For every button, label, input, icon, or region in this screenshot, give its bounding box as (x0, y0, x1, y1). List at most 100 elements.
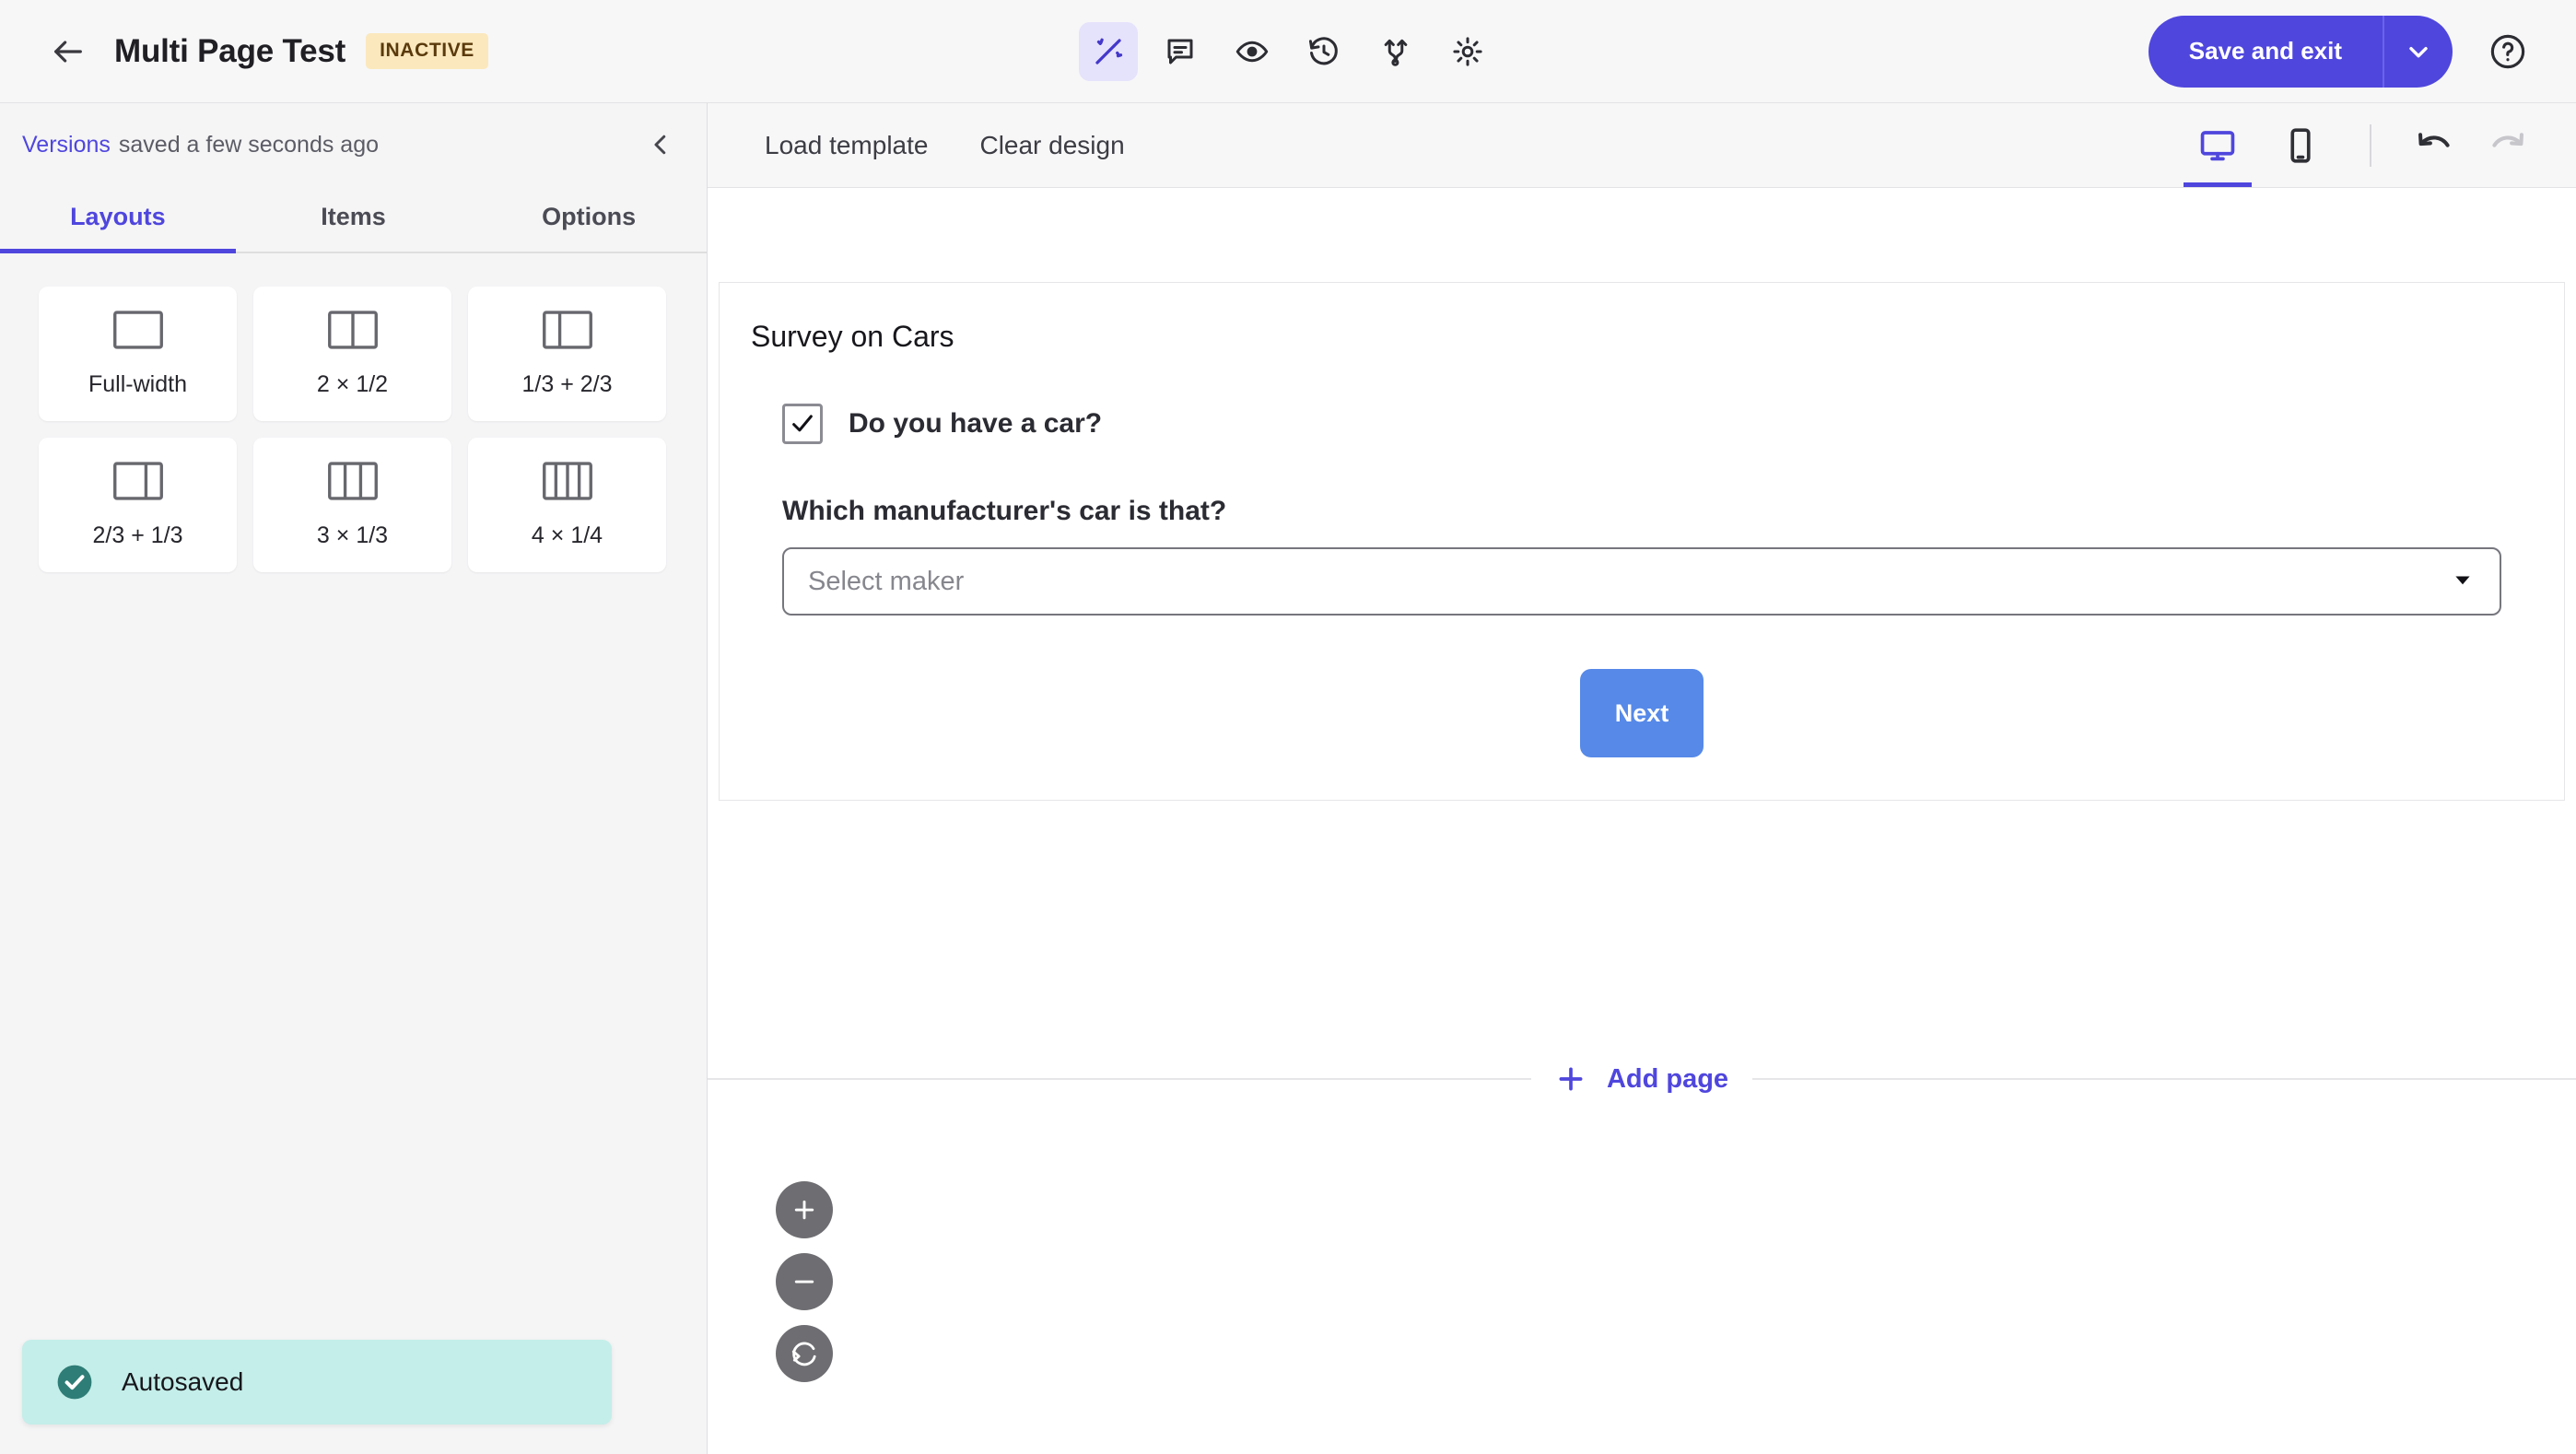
zoom-in-button[interactable] (776, 1181, 833, 1238)
add-page-label: Add page (1606, 1063, 1729, 1094)
toolbar-divider (2370, 123, 2371, 167)
add-page-rule-right (1752, 1078, 2576, 1080)
layout-third-twothird-icon (542, 311, 592, 349)
layout-card-label: 1/3 + 2/3 (521, 371, 613, 397)
manufacturer-select-placeholder: Select maker (808, 566, 965, 596)
redo-icon (2492, 132, 2523, 147)
magic-wand-icon (1095, 38, 1123, 64)
layout-twothird-third-icon (112, 462, 163, 500)
arrow-left-icon (54, 40, 82, 63)
zoom-reset-button[interactable] (776, 1325, 833, 1382)
plus-icon (794, 1200, 814, 1220)
layout-card-icon (112, 461, 164, 506)
layout-grid: Full-width 2 × 1/2 1/3 + 2/3 2/3 + 1/3 3 × 1… (0, 253, 707, 572)
title-block: Multi Page Test INACTIVE (114, 33, 488, 70)
page-title: Multi Page Test (114, 32, 346, 69)
check-circle-icon (57, 1365, 92, 1400)
reset-icon (791, 1342, 816, 1366)
help-button[interactable] (2482, 26, 2534, 77)
canvas: Load template Clear design Survey on Car… (708, 103, 2576, 1454)
caret-down-icon (2450, 567, 2476, 597)
tab-options[interactable]: Options (471, 186, 707, 252)
has-car-checkbox[interactable] (782, 404, 823, 444)
layout-card[interactable]: 2/3 + 1/3 (39, 438, 237, 572)
monitor-icon (2200, 130, 2235, 160)
versions-link[interactable]: Versions (22, 132, 111, 158)
layout-card[interactable]: 2 × 1/2 (253, 287, 451, 421)
save-and-exit-group: Save and exit (2148, 15, 2453, 88)
desktop-view-button[interactable] (2176, 103, 2259, 187)
layout-card-icon (112, 310, 164, 355)
comments-tool-button[interactable] (1151, 22, 1210, 81)
layout-card[interactable]: 1/3 + 2/3 (468, 287, 666, 421)
add-page-row: Add page (708, 1063, 2576, 1095)
comment-icon (1167, 39, 1193, 64)
zoom-controls (776, 1181, 833, 1382)
phone-icon (2290, 127, 2311, 163)
layout-card-label: 3 × 1/3 (316, 522, 389, 548)
top-bar: Multi Page Test INACTIVE Save and exit (0, 0, 2576, 103)
design-tool-button[interactable] (1079, 21, 1138, 81)
layout-card-icon (327, 461, 379, 506)
minus-icon (794, 1280, 814, 1284)
canvas-scroll-area[interactable]: Survey on Cars Do you have a car? Which … (708, 188, 2576, 1454)
has-car-label: Do you have a car? (849, 408, 1103, 439)
save-options-dropdown-button[interactable] (2384, 15, 2453, 88)
form-heading: Survey on Cars (751, 320, 954, 353)
plus-icon (1559, 1067, 1583, 1091)
status-badge: INACTIVE (366, 33, 488, 69)
zoom-out-button[interactable] (776, 1253, 833, 1310)
back-button[interactable] (42, 26, 94, 77)
branch-icon (1384, 39, 1408, 66)
tab-layouts[interactable]: Layouts (0, 186, 236, 253)
sidebar-tabs: Layouts Items Options (0, 186, 707, 253)
history-tool-button[interactable] (1294, 22, 1353, 81)
history-icon (1308, 36, 1338, 64)
logic-tool-button[interactable] (1366, 22, 1425, 81)
layout-card[interactable]: Full-width (39, 287, 237, 421)
gear-icon (1453, 36, 1482, 66)
tab-items[interactable]: Items (236, 186, 472, 252)
autosaved-toast: Autosaved (22, 1340, 612, 1425)
clear-design-button[interactable]: Clear design (979, 131, 1124, 160)
versions-row: Versions saved a few seconds ago (0, 103, 707, 186)
check-icon (792, 415, 813, 432)
question-circle-icon (2490, 34, 2525, 68)
layout-two-half-icon (327, 311, 378, 349)
layout-card[interactable]: 4 × 1/4 (468, 438, 666, 572)
layout-card-icon (542, 310, 593, 355)
redo-button[interactable] (2471, 110, 2543, 182)
undo-icon (2418, 132, 2450, 147)
load-template-button[interactable]: Load template (765, 131, 928, 160)
body-row: Versions saved a few seconds ago Layouts… (0, 103, 2576, 1454)
autosaved-toast-text: Autosaved (122, 1367, 244, 1396)
save-and-exit-button[interactable]: Save and exit (2148, 15, 2384, 88)
layout-card-icon (327, 310, 379, 355)
layout-full-icon (112, 311, 163, 349)
eye-icon (1235, 41, 1269, 62)
preview-tool-button[interactable] (1223, 22, 1282, 81)
mobile-view-button[interactable] (2259, 103, 2342, 187)
canvas-toolbar-right (2176, 103, 2543, 187)
layout-card-icon (542, 461, 593, 506)
chevron-down-icon (2409, 46, 2428, 57)
layout-card-label: Full-width (88, 371, 187, 397)
undo-button[interactable] (2399, 110, 2471, 182)
collapse-sidebar-button[interactable] (638, 123, 683, 167)
settings-tool-button[interactable] (1438, 22, 1497, 81)
manufacturer-select[interactable]: Select maker (782, 547, 2501, 616)
top-bar-right: Save and exit (2148, 15, 2534, 88)
next-button[interactable]: Next (1580, 669, 1704, 757)
canvas-toolbar: Load template Clear design (708, 103, 2576, 188)
layout-four-quarter-icon (542, 462, 592, 500)
form-page-card: Survey on Cars Do you have a car? Which … (719, 282, 2565, 801)
layout-card-label: 2 × 1/2 (316, 371, 389, 397)
next-button-wrap: Next (751, 669, 2533, 757)
layout-card-label: 4 × 1/4 (531, 522, 603, 548)
layout-card[interactable]: 3 × 1/3 (253, 438, 451, 572)
app-root: Multi Page Test INACTIVE Save and exit V… (0, 0, 2576, 1454)
add-page-button[interactable]: Add page (1555, 1063, 1728, 1095)
center-toolbar (1079, 21, 1497, 81)
layout-three-third-icon (327, 462, 378, 500)
chevron-left-icon (654, 135, 666, 155)
